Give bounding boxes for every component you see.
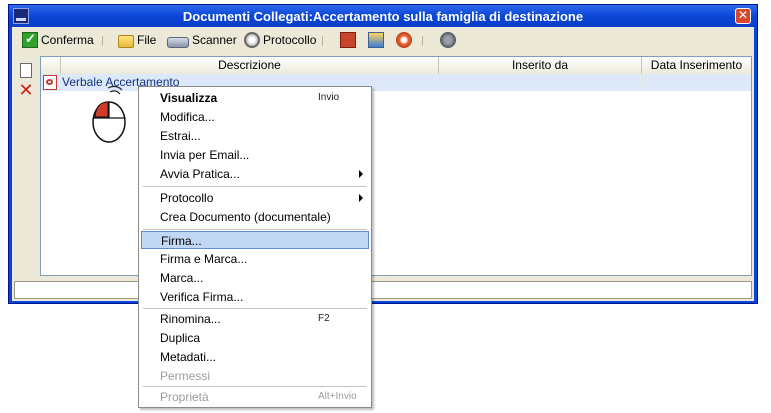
title-bar[interactable]: Documenti Collegati:Accertamento sulla f… [9,5,757,27]
menu-item-rinomina[interactable]: Rinomina... F2 [141,310,369,328]
scanner-button[interactable]: Scanner [167,31,237,49]
disk-icon [440,32,456,48]
column-header-inserito-da[interactable]: Inserito da [439,57,642,74]
close-button[interactable]: ✕ [735,8,751,24]
grid-header: Descrizione Inserito da Data Inserimento [41,57,751,75]
column-header-data-inserimento[interactable]: Data Inserimento [642,57,751,74]
status-bar [14,281,752,299]
menu-item-estrai[interactable]: Estrai... [141,127,369,145]
menu-item-visualizza[interactable]: Visualizza Invio [141,89,369,107]
toolbar-separator [422,36,423,46]
submenu-arrow-icon [359,194,363,202]
menu-item-verifica-firma[interactable]: Verifica Firma... [141,288,369,306]
menu-separator [143,308,367,309]
column-header-descrizione[interactable]: Descrizione [61,57,439,74]
menu-item-modifica[interactable]: Modifica... [141,108,369,126]
menu-item-avvia-pratica[interactable]: Avvia Pratica... [141,165,369,183]
new-document-icon[interactable] [20,63,32,78]
window-title: Documenti Collegati:Accertamento sulla f… [182,9,584,24]
document-tool-icon [340,32,356,48]
menu-separator [143,186,367,187]
document-tool-button[interactable] [340,31,356,49]
protocollo-label: Protocollo [263,33,317,47]
pdf-icon [43,75,57,90]
menu-separator [143,229,367,230]
conferma-button[interactable]: Conferma [22,31,94,49]
toolbar-separator [322,36,323,46]
toolbar-separator [102,36,103,46]
menu-item-crea-documento[interactable]: Crea Documento (documentale) [141,208,369,226]
file-label: File [137,33,157,47]
shortcut-label: F2 [318,313,330,324]
protocol-icon [244,32,260,48]
mouse-icon [92,85,126,143]
check-icon [22,31,38,48]
menu-item-firma[interactable]: Firma... [141,231,369,249]
menu-separator [143,386,367,387]
scanner-label: Scanner [192,33,237,47]
cell-divider [642,74,643,91]
toolbar: Conferma File Scanner Protocollo [12,27,754,53]
scanner-icon [167,36,189,48]
edit-tool-icon [368,32,384,48]
shortcut-label: Invio [318,92,340,103]
menu-item-proprieta: Proprietà Alt+Invio [160,390,357,404]
dialog-window: Documenti Collegati:Accertamento sulla f… [8,4,758,304]
shortcut-label: Alt+Invio [318,391,357,402]
column-header-icon [41,57,61,74]
dialog-client: Conferma File Scanner Protocollo [12,27,754,301]
conferma-label: Conferma [41,33,94,47]
menu-item-marca[interactable]: Marca... [141,269,369,287]
menu-item-duplica[interactable]: Duplica [141,329,369,347]
menu-item-permessi: Permessi [160,369,211,383]
file-button[interactable]: File [118,31,156,49]
stamp-icon [396,32,412,48]
delete-icon[interactable]: ✕ [18,82,34,100]
stamp-button[interactable] [396,31,412,49]
menu-item-firma-e-marca[interactable]: Firma e Marca... [141,250,369,268]
protocollo-button[interactable]: Protocollo [244,31,316,49]
menu-item-invia-email[interactable]: Invia per Email... [141,146,369,164]
menu-item-metadati[interactable]: Metadati... [141,348,369,366]
disk-button[interactable] [440,31,456,49]
edit-tool-button[interactable] [368,31,384,49]
menu-item-protocollo[interactable]: Protocollo [141,189,369,207]
context-menu: Visualizza Invio Modifica... Estrai... I… [138,86,372,408]
submenu-arrow-icon [359,170,363,178]
cell-divider [439,74,440,91]
folder-icon [118,34,134,48]
